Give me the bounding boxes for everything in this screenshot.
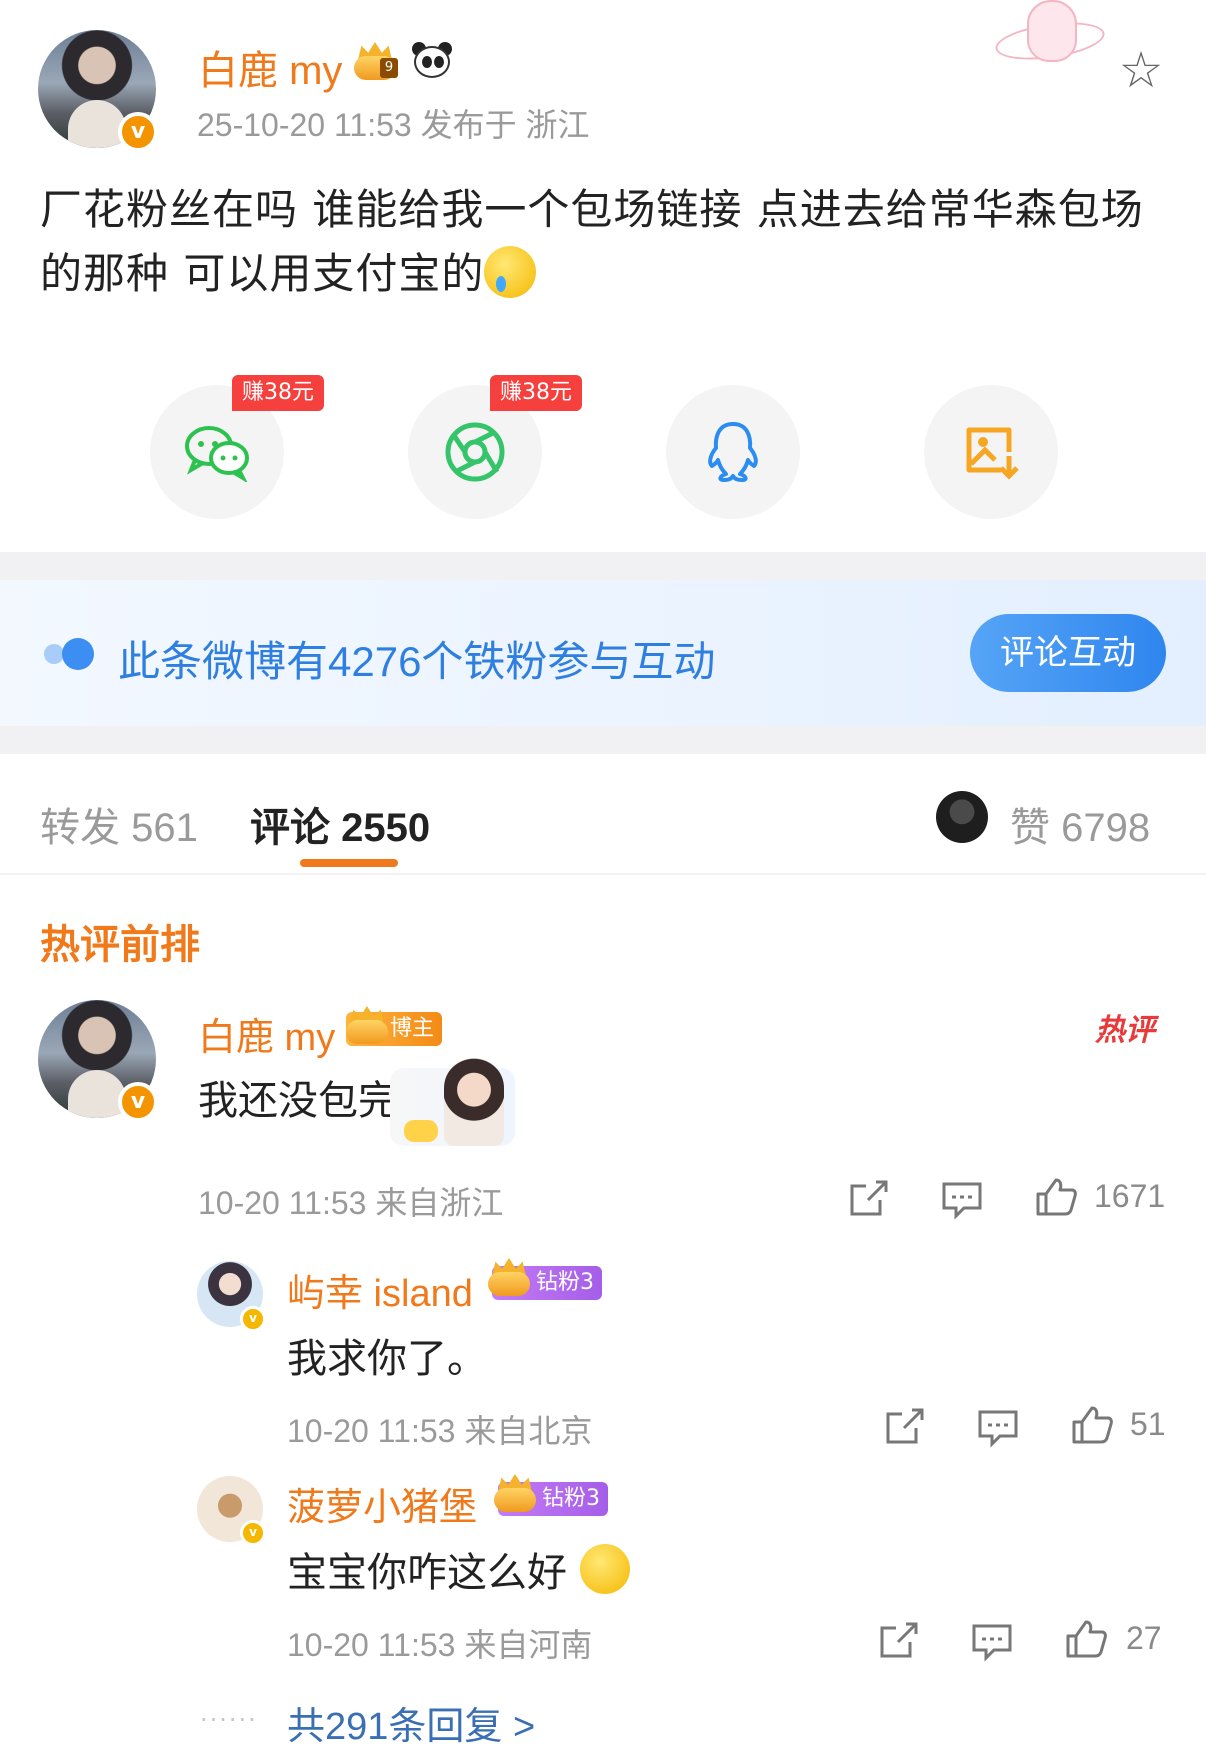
like-thumb-icon[interactable]: [1064, 1618, 1108, 1658]
more-replies-link[interactable]: 共291条回复 >: [287, 1695, 535, 1745]
reply-text: 我求你了。: [287, 1336, 487, 1382]
crown-level: 9: [380, 58, 398, 78]
earn-badge-moments: 赚38元: [490, 375, 582, 411]
reply-comment-icon[interactable]: [970, 1622, 1014, 1662]
author-badge-label: 博主: [390, 1016, 435, 1041]
fan-level-badge: 钻粉3: [488, 1258, 602, 1300]
thread-dots: ······: [200, 1706, 258, 1734]
tab-comment-count: 2550: [341, 806, 431, 850]
post-tabs: 转发 561 评论 2550 赞 6798: [0, 755, 1206, 875]
panda-icon: [410, 40, 454, 80]
reply-author-name[interactable]: 屿幸 island: [287, 1262, 473, 1317]
tab-repost-count: 561: [131, 806, 198, 850]
tab-like[interactable]: 赞 6798: [1010, 795, 1150, 853]
crown-icon: [344, 1006, 388, 1044]
crown-icon: [492, 1474, 536, 1512]
verified-icon: v: [240, 1520, 266, 1546]
comment-timestamp: 10-20 11:53 来自浙江: [198, 1185, 504, 1221]
reply-timestamp: 10-20 11:53 来自北京: [287, 1413, 593, 1449]
author-badge: 博主: [346, 1006, 443, 1046]
sticker-image: [390, 1058, 515, 1146]
crying-face-icon: [484, 246, 537, 298]
comment-interact-button[interactable]: 评论互动: [970, 614, 1166, 692]
post-text-content: 厂花粉丝在吗 谁能给我一个包场链接 点进去给常华森包场的那种 可以用支付宝的: [40, 185, 1144, 298]
fan-banner-text: 此条微博有4276个铁粉参与互动: [118, 638, 716, 685]
tab-repost-label: 转发: [40, 806, 120, 850]
comment-like-count: 1671: [1094, 1178, 1166, 1214]
qq-icon: [666, 385, 800, 519]
section-divider: [0, 726, 1206, 754]
post-timestamp: 25-10-20 11:53 发布于 浙江: [197, 107, 590, 143]
reply-author-name[interactable]: 菠萝小猪堡: [287, 1476, 477, 1531]
verified-icon: v: [118, 1082, 158, 1122]
fan-crown-icon: 9: [352, 42, 398, 82]
fan-level-badge: 钻粉3: [494, 1474, 608, 1516]
reply-like-count: 27: [1126, 1620, 1162, 1656]
reply-comment-icon[interactable]: [976, 1408, 1020, 1448]
reply-like-count: 51: [1130, 1406, 1166, 1442]
crown-icon: [486, 1258, 530, 1296]
post-header: v 白鹿 my 9 25-10-20 11:53 发布于 浙江 ☆: [0, 0, 1206, 180]
comment-author-name[interactable]: 白鹿 my: [198, 1006, 335, 1061]
favorite-star-icon[interactable]: ☆: [1116, 45, 1166, 95]
pleading-face-icon: [579, 1544, 630, 1594]
active-tab-indicator: [300, 859, 398, 867]
bunny-sticker-icon: [985, 0, 1115, 80]
author-name[interactable]: 白鹿 my: [198, 38, 342, 96]
verified-icon: v: [118, 112, 158, 152]
share-row: 赚38元 赚38元: [0, 375, 1206, 535]
liker-avatar: [936, 791, 988, 843]
tab-like-count: 6798: [1061, 806, 1151, 850]
fan-level-label: 钻粉3: [542, 1486, 600, 1511]
save-image-button[interactable]: [924, 385, 1058, 519]
share-comment-icon[interactable]: [882, 1406, 926, 1446]
share-qq-button[interactable]: [666, 385, 800, 519]
reply-comment-icon[interactable]: [940, 1180, 984, 1220]
share-comment-icon[interactable]: [876, 1620, 920, 1660]
hot-comment-tag: 热评: [1095, 1013, 1155, 1048]
save-image-icon: [924, 385, 1058, 519]
like-thumb-icon[interactable]: [1034, 1176, 1078, 1216]
reply-text-content: 宝宝你咋这么好: [287, 1550, 567, 1596]
verified-icon: v: [240, 1306, 266, 1332]
like-thumb-icon[interactable]: [1070, 1404, 1114, 1444]
tab-like-label: 赞: [1010, 806, 1050, 850]
share-comment-icon[interactable]: [846, 1178, 890, 1218]
post-text: 厂花粉丝在吗 谁能给我一个包场链接 点进去给常华森包场的那种 可以用支付宝的: [40, 178, 1170, 306]
hot-comments-title: 热评前排: [40, 922, 200, 968]
tab-comment-label: 评论: [250, 806, 330, 850]
earn-badge-wechat: 赚38元: [232, 375, 324, 411]
section-divider: [0, 552, 1206, 580]
fan-interaction-banner[interactable]: 此条微博有4276个铁粉参与互动 评论互动: [0, 580, 1206, 726]
tab-comment[interactable]: 评论 2550: [250, 795, 430, 853]
reply-text: 宝宝你咋这么好: [287, 1540, 630, 1598]
fan-level-label: 钻粉3: [536, 1270, 594, 1295]
reply-timestamp: 10-20 11:53 来自河南: [287, 1627, 593, 1663]
comment-text: 我还没包完: [198, 1078, 398, 1124]
tab-repost[interactable]: 转发 561: [40, 795, 198, 853]
fan-dots-icon: [44, 638, 94, 670]
